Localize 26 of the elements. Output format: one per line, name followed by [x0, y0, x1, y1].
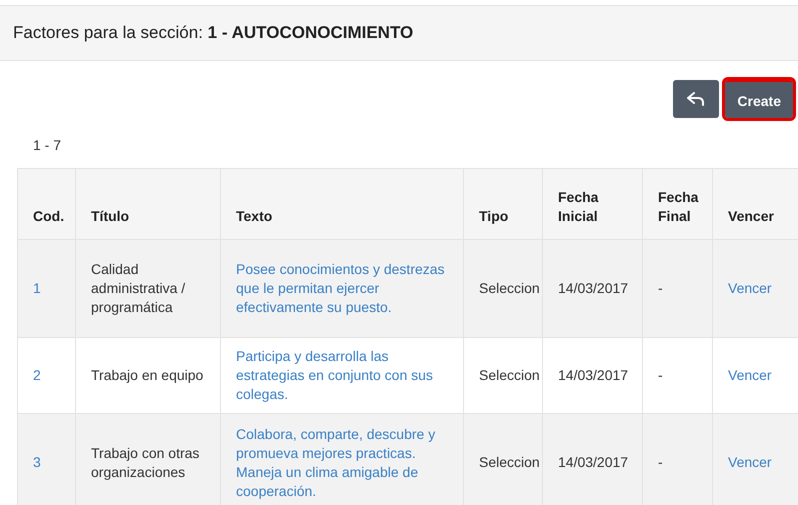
column-header: Cod.: [18, 168, 76, 240]
column-header: Título: [76, 168, 220, 240]
section-title: Factores para la sección: 1 - AUTOCONOCIMIENTO: [13, 23, 414, 43]
table-cell: 14/03/2017: [542, 414, 642, 505]
expire-link[interactable]: Vencer: [728, 367, 772, 383]
table-cell: Calidad administrativa / programática: [76, 240, 220, 338]
table-cell: Seleccion: [464, 240, 542, 338]
column-header: Fecha Inicial: [542, 168, 642, 240]
code-link[interactable]: 3: [33, 454, 41, 470]
table-cell: 14/03/2017: [542, 240, 642, 338]
table-cell: -: [642, 240, 712, 338]
column-header: Fecha Final: [642, 168, 712, 240]
code-link[interactable]: 2: [33, 367, 41, 383]
table-cell: Trabajo con otras organizaciones: [76, 414, 220, 505]
code-link[interactable]: 1: [33, 280, 41, 296]
record-range: 1 - 7: [33, 137, 62, 153]
expire-link[interactable]: Vencer: [728, 280, 772, 296]
table-cell: Seleccion: [464, 414, 542, 505]
expire-link[interactable]: Vencer: [728, 454, 772, 470]
back-button[interactable]: [673, 80, 720, 118]
column-header: Tipo: [464, 168, 542, 240]
create-button[interactable]: Create: [725, 80, 793, 118]
column-header: Texto: [220, 168, 464, 240]
column-header: Vencer: [712, 168, 798, 240]
reply-arrow-icon: [687, 92, 706, 106]
table-cell: -: [642, 414, 712, 505]
